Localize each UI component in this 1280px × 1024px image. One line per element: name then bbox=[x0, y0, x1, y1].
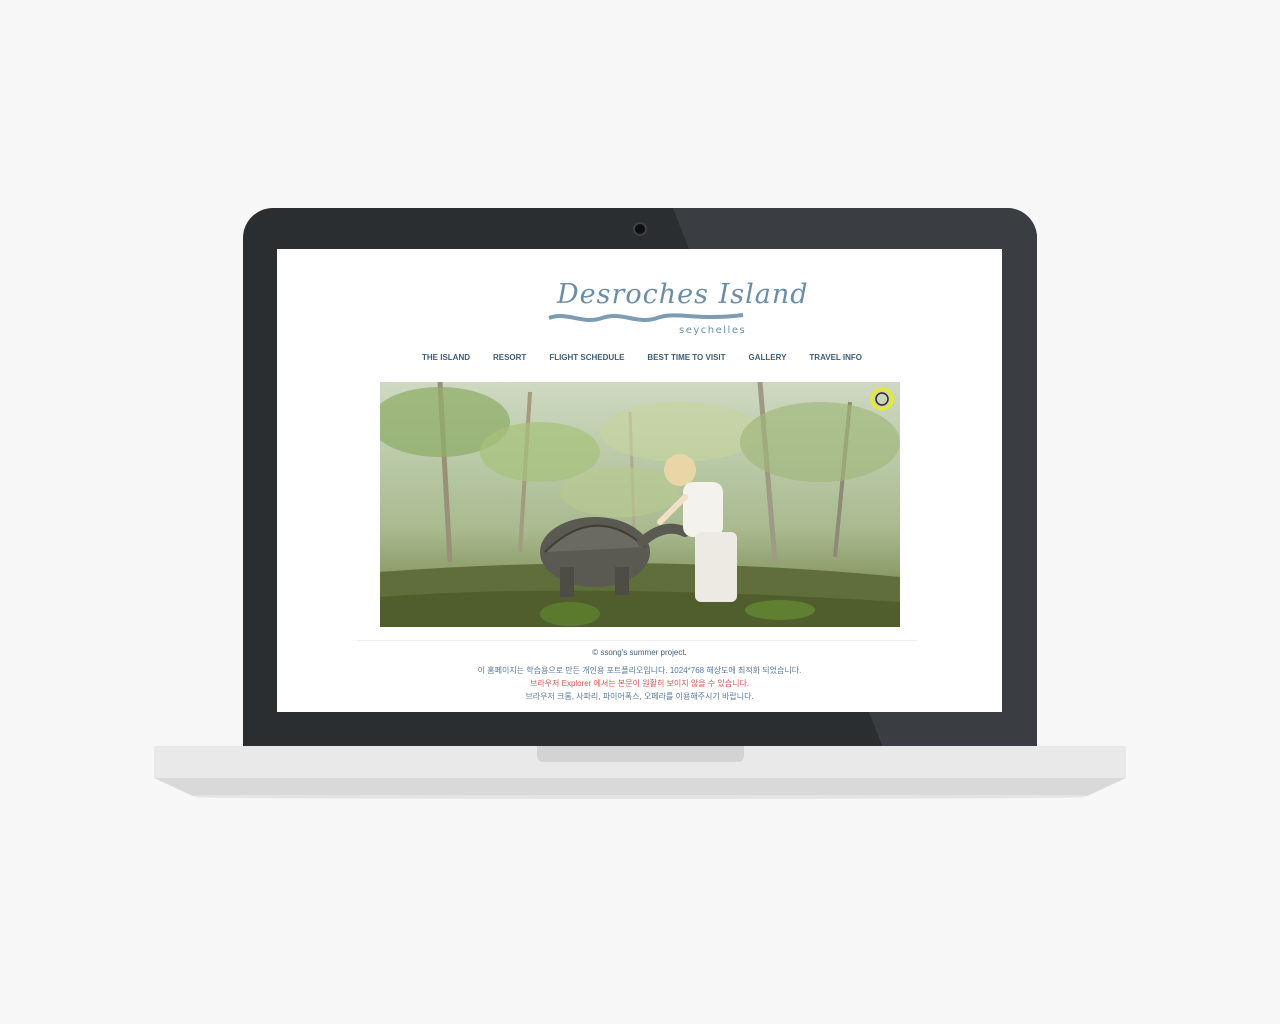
slide-toggle-icon[interactable] bbox=[869, 386, 895, 412]
hero-illustration bbox=[380, 382, 900, 627]
logo-wave bbox=[548, 313, 744, 322]
nav-flight-schedule[interactable]: FLIGHT SCHEDULE bbox=[549, 353, 624, 367]
logo-subtitle: seychelles bbox=[679, 325, 747, 336]
footer-note-2: 브라우저 Explorer 에서는 본문이 원활히 보이지 않을 수 있습니다. bbox=[529, 679, 750, 688]
footer-note-1: 이 홈페이지는 학습용으로 만든 개인용 포트폴리오입니다. 1024*768 … bbox=[477, 666, 802, 675]
footer-copyright: © ssong's summer project. bbox=[592, 648, 687, 657]
camera-icon bbox=[633, 222, 647, 236]
nav-gallery[interactable]: GALLERY bbox=[748, 353, 786, 367]
laptop-lid: Desroches Island seychelles THE ISLAND R… bbox=[243, 208, 1037, 748]
laptop-shadow bbox=[196, 795, 1084, 799]
hero-image bbox=[380, 382, 900, 627]
footer-note-3: 브라우저 크롬, 사파리, 파이어폭스, 오페라를 이용해주시기 바랍니다. bbox=[525, 692, 754, 701]
footer-divider bbox=[357, 640, 917, 641]
logo-title: Desroches Island bbox=[557, 279, 809, 310]
laptop-base-edge bbox=[154, 778, 1126, 796]
nav-resort[interactable]: RESORT bbox=[493, 353, 526, 367]
nav-travel-info[interactable]: TRAVEL INFO bbox=[809, 353, 862, 367]
browser-screen: Desroches Island seychelles THE ISLAND R… bbox=[277, 249, 1002, 712]
nav-best-time-to-visit[interactable]: BEST TIME TO VISIT bbox=[647, 353, 725, 367]
site-logo[interactable]: Desroches Island seychelles bbox=[545, 261, 808, 341]
main-nav: THE ISLAND RESORT FLIGHT SCHEDULE BEST T… bbox=[422, 353, 862, 367]
nav-the-island[interactable]: THE ISLAND bbox=[422, 353, 470, 367]
laptop-notch bbox=[537, 746, 744, 762]
